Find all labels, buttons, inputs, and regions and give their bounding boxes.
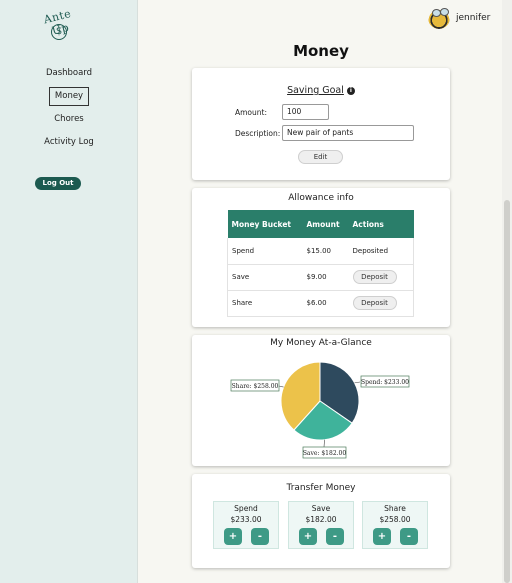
saving-goal-title: Saving Goal i (192, 85, 450, 96)
amount-cell: $9.00 (302, 264, 349, 291)
bucket-name: Save (311, 504, 331, 513)
allowance-table: Money Bucket Amount Actions Spend $15.00… (227, 210, 414, 317)
plus-button[interactable]: + (299, 528, 317, 545)
sidebar-item-dashboard[interactable]: Dashboard (0, 64, 138, 87)
bucket-amount: $233.00 (230, 515, 262, 524)
amount-field[interactable]: 100 (282, 104, 329, 120)
sidebar-item-chores[interactable]: Chores (0, 110, 138, 133)
pie-label-leader (323, 439, 325, 448)
username: jennifer (456, 13, 491, 23)
sidebar-item-label: Money (48, 87, 90, 106)
saving-goal-title-text: Saving Goal (287, 85, 344, 96)
transfer-title: Transfer Money (286, 483, 356, 493)
plus-button[interactable]: + (373, 528, 391, 545)
sidebar-item-money[interactable]: Money (0, 87, 138, 110)
edit-button[interactable]: Edit (298, 150, 343, 164)
column-header: Actions (348, 210, 414, 238)
money-pie-chart: Spend: $233.00 Save: $182.00 Share: $258.0… (230, 361, 410, 459)
sidebar: Ante Up $ Dashboard Money Chores Activit… (0, 0, 138, 583)
app-logo[interactable]: Ante Up $ (36, 7, 82, 48)
table-row: Share $6.00 Deposit (227, 290, 414, 317)
table-header-row: Money Bucket Amount Actions (227, 210, 414, 238)
amount-label: Amount: (235, 108, 267, 117)
saving-goal-card: Saving Goal i Amount: 100 Description: Ne… (192, 68, 450, 180)
transfer-box-share: Share $258.00 + - (362, 501, 428, 549)
glance-card: My Money At-a-Glance Spend: $233.00 Save:… (192, 335, 450, 466)
pie-label-leader (354, 381, 361, 384)
pie-label-save: Save: $182.00 (303, 450, 347, 457)
amount-cell: $6.00 (302, 290, 349, 317)
bee-icon (428, 7, 450, 29)
allowance-card: Allowance info Money Bucket Amount Actio… (192, 188, 450, 327)
info-icon[interactable]: i (346, 87, 355, 95)
table-row: Save $9.00 Deposit (227, 264, 414, 291)
description-label: Description: (235, 129, 281, 138)
sidebar-item-label: Dashboard (45, 68, 93, 78)
transfer-box-spend: Spend $233.00 + - (213, 501, 279, 549)
user-menu[interactable]: jennifer (428, 7, 490, 29)
pie-label-spend: Spend: $233.00 (361, 379, 409, 386)
minus-button[interactable]: - (400, 528, 418, 545)
page-title: Money (293, 42, 349, 60)
bucket-name: Share (384, 504, 406, 513)
deposit-button[interactable]: Deposit (352, 270, 397, 284)
bucket-name: Spend (234, 504, 258, 513)
transfer-card: Transfer Money Spend $233.00 + - Save $1… (192, 474, 450, 568)
status-text: Deposited (348, 238, 414, 265)
bucket-cell: Spend (227, 238, 303, 265)
amount-cell: $15.00 (302, 238, 349, 265)
table-row: Spend $15.00 Deposited (227, 238, 414, 265)
allowance-title: Allowance info (288, 193, 354, 203)
transfer-box-save: Save $182.00 + - (288, 501, 354, 549)
plus-button[interactable]: + (224, 528, 242, 545)
sidebar-item-label: Activity Log (44, 137, 94, 147)
description-field[interactable]: New pair of pants (282, 125, 414, 141)
pie-label-leader (278, 385, 284, 388)
bucket-cell: Save (227, 264, 303, 291)
scroll-thumb[interactable] (504, 200, 510, 583)
bucket-amount: $182.00 (305, 515, 337, 524)
action-cell: Deposit (348, 264, 414, 291)
column-header: Money Bucket (227, 210, 303, 238)
coin-icon: $ (51, 24, 67, 40)
sidebar-nav: Dashboard Money Chores Activity Log (0, 64, 138, 156)
bucket-cell: Share (227, 290, 303, 317)
deposit-button[interactable]: Deposit (352, 296, 397, 310)
minus-button[interactable]: - (326, 528, 344, 545)
pie-label-share: Share: $258.00 (232, 383, 279, 390)
sidebar-item-activity-log[interactable]: Activity Log (0, 133, 138, 156)
minus-button[interactable]: - (251, 528, 269, 545)
logout-button[interactable]: Log Out (35, 177, 81, 190)
column-header: Amount (302, 210, 349, 238)
action-cell: Deposit (348, 290, 414, 317)
scrollbar[interactable] (502, 0, 512, 583)
sidebar-item-label: Chores (54, 114, 84, 124)
bucket-amount: $258.00 (379, 515, 411, 524)
